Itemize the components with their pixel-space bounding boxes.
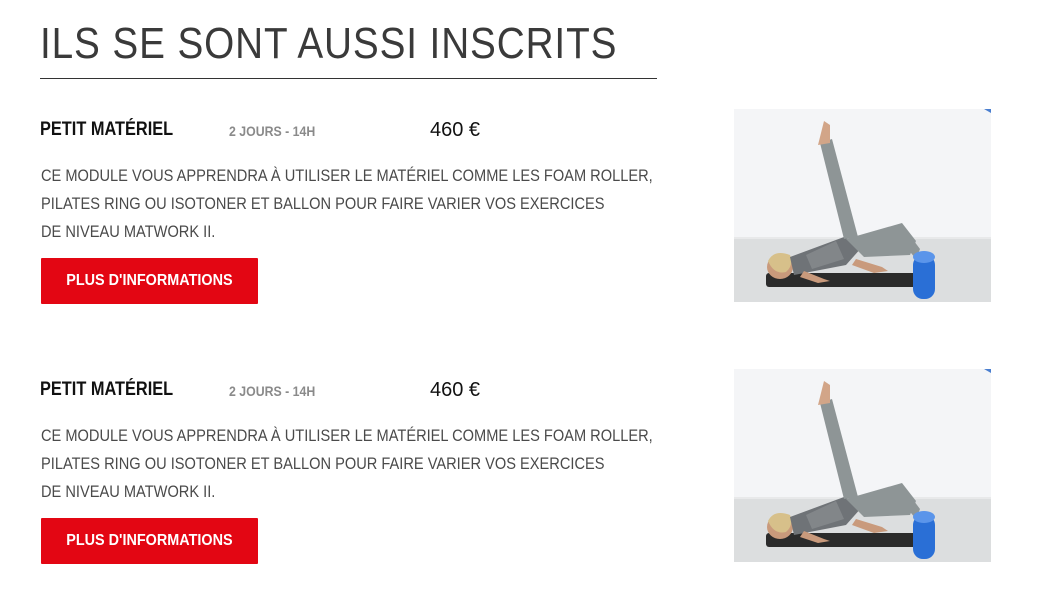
course-name[interactable]: PETIT MATÉRIEL bbox=[40, 378, 173, 402]
description-line: DE NIVEAU MATWORK II. bbox=[41, 222, 216, 241]
course-image[interactable] bbox=[734, 369, 991, 562]
section-title: ILS SE SONT AUSSI INSCRITS bbox=[40, 19, 618, 68]
course-price: 460 € bbox=[430, 119, 481, 141]
description-line: CE MODULE VOUS APPRENDRA À UTILISER LE M… bbox=[41, 166, 653, 185]
course-duration: 2 JOURS - 14H bbox=[229, 383, 316, 399]
title-divider bbox=[40, 78, 657, 79]
course-card: PETIT MATÉRIEL 2 JOURS - 14H 460 € CE MO… bbox=[0, 109, 1047, 350]
description-line: CE MODULE VOUS APPRENDRA À UTILISER LE M… bbox=[41, 426, 653, 445]
course-description: CE MODULE VOUS APPRENDRA À UTILISER LE M… bbox=[41, 422, 660, 506]
more-info-button-label: PLUS D'INFORMATIONS bbox=[66, 272, 233, 289]
course-duration: 2 JOURS - 14H bbox=[229, 123, 316, 139]
course-price: 460 € bbox=[430, 379, 481, 401]
more-info-button-label: PLUS D'INFORMATIONS bbox=[66, 532, 233, 549]
course-description: CE MODULE VOUS APPRENDRA À UTILISER LE M… bbox=[41, 162, 660, 246]
course-card: PETIT MATÉRIEL 2 JOURS - 14H 460 € CE MO… bbox=[0, 369, 1047, 594]
more-info-button[interactable]: PLUS D'INFORMATIONS bbox=[41, 518, 258, 564]
more-info-button[interactable]: PLUS D'INFORMATIONS bbox=[41, 258, 258, 304]
course-name[interactable]: PETIT MATÉRIEL bbox=[40, 118, 173, 142]
course-image[interactable] bbox=[734, 109, 991, 302]
description-line: PILATES RING OU ISOTONER ET BALLON POUR … bbox=[41, 194, 605, 213]
description-line: DE NIVEAU MATWORK II. bbox=[41, 482, 216, 501]
description-line: PILATES RING OU ISOTONER ET BALLON POUR … bbox=[41, 454, 605, 473]
